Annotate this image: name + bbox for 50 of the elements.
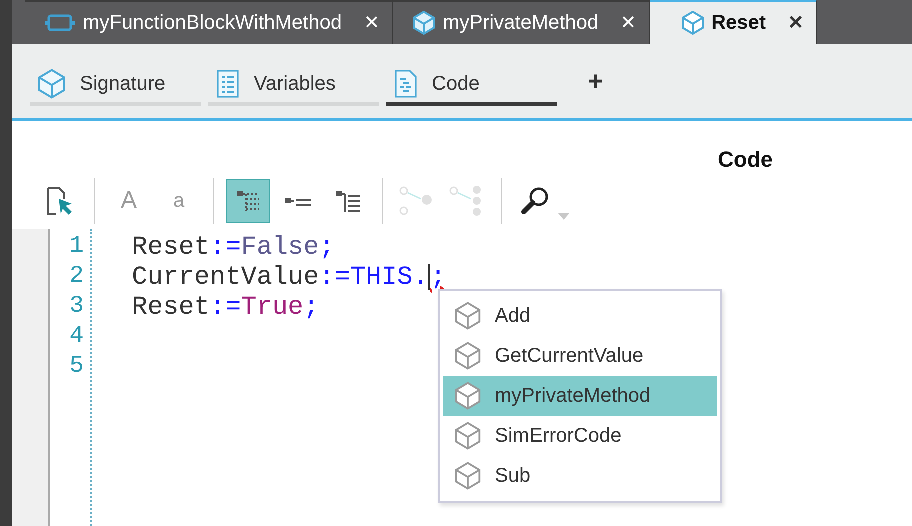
view-tab[interactable]: Variables [208,66,379,106]
code-token: := [210,292,242,322]
cube-icon [682,11,704,35]
completion-item[interactable]: SimErrorCode [443,416,717,456]
line-number: 4 [68,322,85,352]
tab-label: myPrivateMethod [442,12,599,34]
cube-icon [38,69,66,99]
view-tab[interactable]: Signature [30,66,201,106]
code-token: CurrentValue [132,262,320,292]
editor-tab[interactable]: Reset ✕ [650,0,818,44]
code-token: False [241,232,320,262]
line-number: 5 [68,352,85,382]
code-token: True [241,292,304,322]
completion-item[interactable]: GetCurrentValue [443,336,717,376]
code-document-icon [394,70,418,98]
cube-icon [455,422,481,450]
cube-icon [455,302,481,330]
completion-item[interactable]: Add [443,296,717,336]
line-number: 2 [68,262,85,292]
line-number: 3 [68,292,85,322]
add-tab-button[interactable]: + [588,66,604,96]
nodes-icon [399,185,435,217]
cube-icon [455,382,481,410]
code-token: Reset [132,292,210,322]
close-icon[interactable]: ✕ [788,11,804,35]
line-number: 1 [68,232,85,262]
list-icon [284,196,312,206]
tab-label: myFunctionBlockWithMethod [83,12,342,34]
outline-button[interactable] [226,179,270,223]
panel-title: Code [718,147,773,173]
code-token: Reset [132,232,210,262]
document-icon [216,70,240,98]
code-token: := [210,232,242,262]
completion-item[interactable]: Sub [443,456,717,496]
completion-item[interactable]: myPrivateMethod [443,376,717,416]
close-icon[interactable]: ✕ [364,11,380,35]
close-icon[interactable]: ✕ [620,11,637,35]
block-icon [45,13,75,33]
code-token: ; [304,292,320,322]
code-token: . [412,262,428,292]
tab-label: Reset [712,12,766,34]
cube-icon [455,342,481,370]
code-token: := [319,262,350,292]
view-tab[interactable]: Code [386,66,557,106]
code-token: ; [319,232,335,262]
code-token: ; [430,262,446,292]
cube-icon [455,462,481,490]
code-token: THIS [350,262,413,292]
page-cursor-icon [45,185,75,217]
cube-icon [412,11,435,35]
